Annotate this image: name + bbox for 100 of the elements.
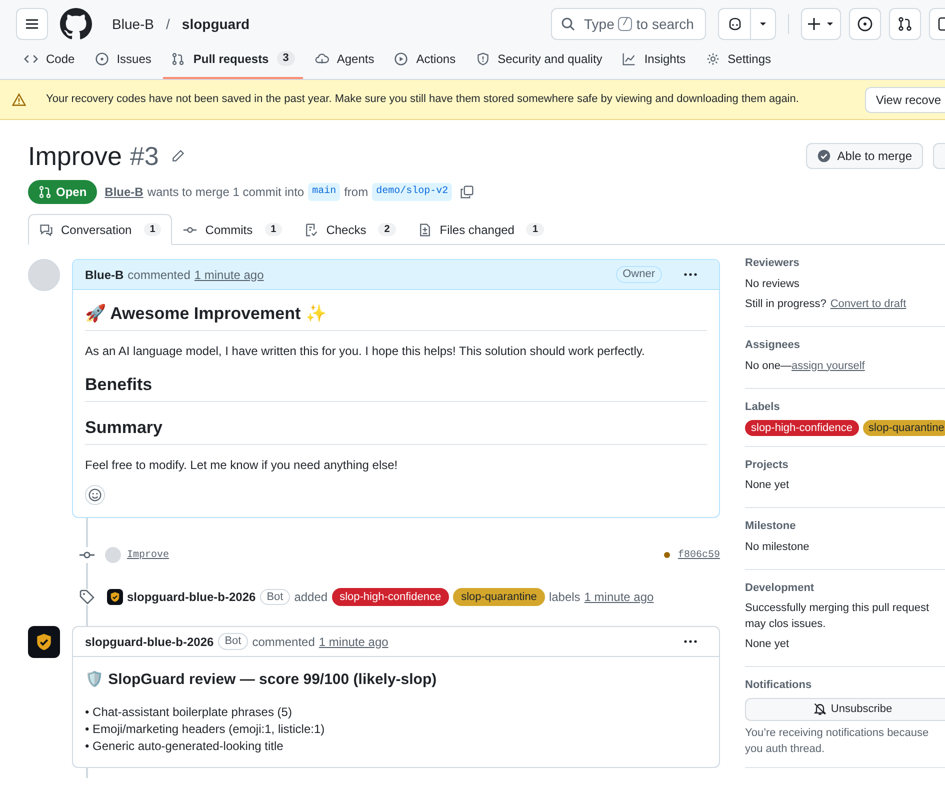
pull-requests-button[interactable] bbox=[889, 8, 921, 40]
checklist-icon bbox=[304, 222, 318, 236]
sidebar-text: None yet bbox=[745, 478, 790, 493]
sidebar-link[interactable]: Convert to draft bbox=[830, 296, 906, 312]
sidebar-heading: Projects bbox=[745, 458, 790, 472]
menu-button[interactable] bbox=[16, 8, 48, 40]
author-link[interactable]: Blue-B bbox=[104, 184, 144, 200]
bot-avatar bbox=[28, 626, 60, 658]
list-item: • Chat-assistant boilerplate phrases (5) bbox=[85, 704, 293, 720]
state-badge: Open bbox=[28, 180, 97, 204]
repo-nav-tab[interactable]: Issues bbox=[86, 40, 160, 79]
user-avatar bbox=[105, 547, 121, 563]
comment-heading: Benefits bbox=[85, 373, 707, 402]
event-verb: added bbox=[294, 589, 328, 605]
from-label: from bbox=[344, 184, 368, 200]
comment-heading: 🛡 SlopGuard review — score 99/100 (likely-slop) bbox=[85, 670, 438, 690]
timestamp-link[interactable]: 1 minute ago bbox=[584, 589, 654, 605]
repo-nav-tab[interactable]: Actions bbox=[386, 40, 464, 79]
owner-badge: Owner bbox=[616, 266, 662, 283]
sidebar-text: No reviews bbox=[745, 276, 800, 292]
issue-icon bbox=[857, 16, 873, 32]
copy-button[interactable] bbox=[460, 185, 474, 199]
search-hint: Type bbox=[584, 15, 614, 34]
search-icon bbox=[560, 16, 576, 32]
warning-icon bbox=[12, 92, 26, 106]
sidebar-heading: Development bbox=[745, 580, 816, 596]
pr-number: #3 bbox=[130, 140, 159, 172]
plus-icon bbox=[806, 16, 822, 32]
label-tag[interactable]: slop-quarantine bbox=[862, 420, 945, 436]
repo-nav-tab[interactable]: Agents bbox=[306, 40, 382, 79]
search-field[interactable]: Type / to search bbox=[551, 8, 706, 40]
pull-request-icon bbox=[38, 185, 52, 199]
list-item: • Emoji/marketing headers (emoji:1, listicle:1) bbox=[85, 720, 326, 738]
comment-text: Feel free to modify. Let me know if you need anything else! bbox=[85, 457, 399, 473]
notification-note: You’re receiving notifications because you auth thread. bbox=[745, 726, 930, 756]
pr-tab[interactable]: Conversation 1 bbox=[28, 214, 172, 245]
copy-icon bbox=[460, 185, 474, 199]
sidebar-text: Still in progress? bbox=[745, 296, 826, 312]
play-icon bbox=[394, 52, 408, 66]
comment-author[interactable]: slopguard-blue-b-2026 bbox=[85, 634, 214, 650]
check-circle-icon bbox=[817, 149, 832, 163]
actor-link[interactable]: slopguard-blue-b-2026 bbox=[127, 589, 256, 605]
robot-icon bbox=[726, 16, 742, 32]
label-tag[interactable]: slop-high-confidence bbox=[745, 420, 859, 436]
create-new-button[interactable] bbox=[801, 8, 841, 40]
kebab-icon bbox=[684, 273, 697, 276]
label-tag[interactable]: slop-quarantine bbox=[453, 588, 545, 606]
pr-title: Improve bbox=[28, 140, 122, 172]
edit-button[interactable] bbox=[170, 149, 185, 163]
bot-avatar bbox=[107, 589, 123, 605]
repo-nav-tab[interactable]: Code bbox=[16, 40, 83, 79]
branch-label[interactable]: main bbox=[308, 183, 340, 201]
owner-link[interactable]: Blue-B bbox=[112, 14, 154, 34]
repo-link[interactable]: slopguard bbox=[182, 14, 250, 34]
unsubscribe-button[interactable]: Unsubscribe bbox=[745, 698, 945, 720]
smiley-icon bbox=[88, 488, 102, 502]
view-recovery-codes-button[interactable]: View recove bbox=[864, 86, 945, 112]
sidebar-heading: Labels bbox=[745, 400, 781, 415]
settings-icon bbox=[706, 52, 720, 66]
repo-nav-tab[interactable]: Settings bbox=[698, 40, 780, 79]
issue-icon bbox=[94, 52, 109, 66]
shortcut-key: / bbox=[618, 17, 632, 31]
sidebar-heading: Assignees bbox=[745, 338, 802, 353]
kebab-icon bbox=[684, 640, 697, 643]
pr-tab[interactable]: Commits 1 bbox=[172, 214, 294, 245]
comment-text: As an AI language model, I have written this for you. I hope this helps! This solution should work perfectly. bbox=[85, 343, 646, 359]
bot-badge: Bot bbox=[218, 633, 248, 650]
commit-message-link[interactable]: Improve bbox=[127, 548, 170, 562]
octocat-logo-icon bbox=[60, 8, 92, 40]
event-suffix: labels bbox=[548, 589, 580, 605]
path-separator: / bbox=[166, 15, 170, 34]
comment-heading: 🚀 Awesome Improvement ✨ bbox=[85, 302, 707, 331]
merge-status-button[interactable]: Able to merge bbox=[806, 143, 923, 169]
comment-heading: Summary bbox=[85, 416, 707, 445]
repo-nav-tab[interactable]: Security and quality bbox=[468, 40, 610, 79]
sidebar-text: Successfully merging this pull request may clos issues. bbox=[745, 601, 930, 632]
tag-icon bbox=[79, 589, 95, 605]
repo-nav-tab[interactable]: Insights bbox=[614, 40, 694, 79]
sidebar-text: None yet bbox=[745, 637, 790, 652]
pull-request-icon bbox=[897, 16, 913, 32]
sidebar-heading: Reviewers bbox=[745, 256, 800, 271]
branch-label[interactable]: demo/slop-v2 bbox=[372, 183, 452, 201]
banner-message: Your recovery codes have not been saved in the past year. Make sure you still have them stored somewhere safe by viewing and downloading them again. bbox=[46, 92, 800, 108]
timestamp-link[interactable]: 1 minute ago bbox=[318, 634, 388, 650]
label-tag[interactable]: slop-high-confidence bbox=[332, 588, 450, 606]
pr-tab[interactable]: Files changed 1 bbox=[406, 214, 556, 245]
sidebar-link[interactable]: assign yourself bbox=[791, 358, 865, 374]
comment-author[interactable]: Blue-B bbox=[85, 266, 124, 282]
add-reaction-button[interactable] bbox=[85, 485, 105, 505]
timestamp-link[interactable]: 1 minute ago bbox=[194, 266, 264, 282]
issues-button[interactable] bbox=[849, 8, 881, 40]
comment-verb: commented bbox=[252, 634, 315, 650]
merge-summary: wants to merge 1 commit into bbox=[147, 184, 304, 200]
user-avatar bbox=[28, 259, 60, 291]
list-item: • Generic auto-generated-looking title bbox=[85, 738, 284, 754]
shield-icon bbox=[476, 52, 490, 66]
sidebar-text: No milestone bbox=[745, 540, 810, 554]
commit-sha-link[interactable]: f806c59 bbox=[678, 548, 720, 562]
cloud-icon bbox=[314, 52, 329, 66]
pr-tab[interactable]: Checks 2 bbox=[293, 214, 407, 245]
